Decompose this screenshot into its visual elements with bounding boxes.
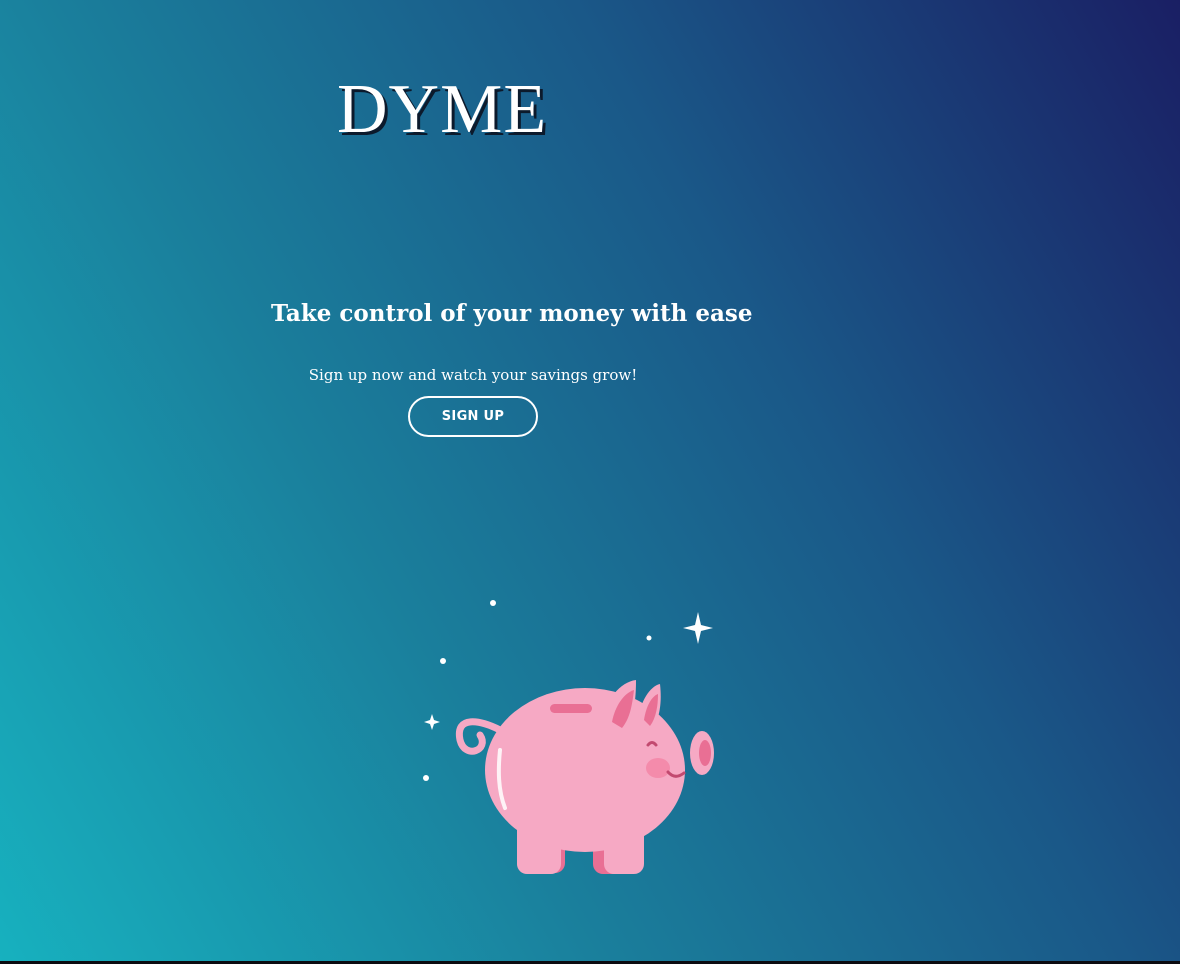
coin-slot bbox=[550, 704, 592, 713]
sparkle-dot-icon bbox=[440, 658, 446, 664]
pig-cheek bbox=[646, 758, 670, 778]
piggy-bank-icon bbox=[423, 600, 714, 874]
sparkle-dot-icon bbox=[646, 635, 652, 641]
large-sparkle-icon bbox=[683, 612, 713, 644]
sparkle-dot-icon bbox=[490, 600, 496, 606]
small-sparkle-icon bbox=[424, 714, 440, 730]
pig-leg bbox=[517, 820, 561, 874]
pig-nostril bbox=[699, 740, 711, 766]
sparkle-dot-icon bbox=[423, 775, 429, 781]
hero-subtext: Sign up now and watch your savings grow! bbox=[308, 366, 638, 384]
piggy-bank-illustration bbox=[410, 590, 730, 890]
signup-button[interactable]: SIGN UP bbox=[408, 396, 538, 437]
hero-headline: Take control of your money with ease bbox=[271, 300, 753, 327]
pig-leg bbox=[604, 826, 644, 874]
brand-logo: DYME bbox=[337, 71, 548, 148]
